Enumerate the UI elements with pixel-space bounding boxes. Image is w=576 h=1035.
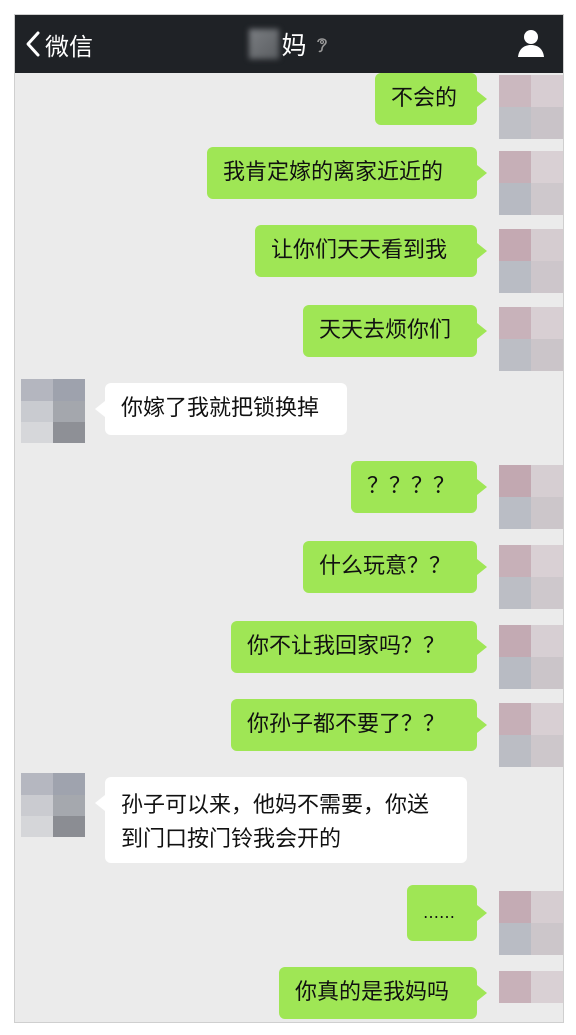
message-bubble-incoming[interactable]: 孙子可以来，他妈不需要，你送 到门口按门铃我会开的 xyxy=(105,777,467,863)
message-bubble-outgoing[interactable]: 什么玩意？？ xyxy=(303,541,477,593)
message-bubble-outgoing[interactable]: 你孙子都不要了？？ xyxy=(231,699,477,751)
message-bubble-outgoing[interactable]: 你真的是我妈吗 xyxy=(279,967,477,1019)
message-bubble-outgoing[interactable]: …… xyxy=(407,885,477,941)
message-text: 天天去烦你们 xyxy=(319,318,452,343)
message-bubble-outgoing[interactable]: 让你们天天看到我 xyxy=(255,225,477,277)
person-icon[interactable] xyxy=(515,27,547,59)
message-text: 不会的 xyxy=(391,86,458,111)
message-text: 你嫁了我就把锁换掉 xyxy=(121,396,320,421)
message-text: 什么玩意？？ xyxy=(319,554,452,579)
message-text: 你不让我回家吗？？ xyxy=(247,634,446,659)
bubble-tail xyxy=(477,985,487,1001)
chat-screen: 微信 妈 不会的 我肯定嫁的离家近近的 让你们天天看到我 天天去烦你们 你嫁了我… xyxy=(14,14,564,1023)
bubble-tail xyxy=(477,905,487,921)
bubble-tail xyxy=(477,91,487,107)
bubble-tail xyxy=(477,717,487,733)
bubble-tail xyxy=(95,795,105,811)
bubble-tail xyxy=(477,323,487,339)
chat-title-text: 妈 xyxy=(281,31,307,60)
message-text: 你真的是我妈吗 xyxy=(295,980,450,1005)
bubble-tail xyxy=(477,479,487,495)
message-bubble-incoming[interactable]: 你嫁了我就把锁换掉 xyxy=(105,383,347,435)
message-text: 你孙子都不要了？？ xyxy=(247,712,446,737)
bubble-tail xyxy=(95,401,105,417)
bubble-tail xyxy=(477,559,487,575)
message-bubble-outgoing[interactable]: ？？？？ xyxy=(351,461,477,513)
message-text: …… xyxy=(423,903,455,922)
message-bubble-outgoing[interactable]: 不会的 xyxy=(375,73,477,125)
bubble-tail xyxy=(477,165,487,181)
message-text: 我肯定嫁的离家近近的 xyxy=(223,160,444,185)
bubble-tail xyxy=(477,639,487,655)
message-bubble-outgoing[interactable]: 天天去烦你们 xyxy=(303,305,477,357)
chat-header: 微信 妈 xyxy=(15,15,563,73)
message-bubble-outgoing[interactable]: 你不让我回家吗？？ xyxy=(231,621,477,673)
self-avatar-pixelated[interactable] xyxy=(493,71,563,1021)
ear-muted-icon xyxy=(316,38,327,53)
contact-avatar-pixelated[interactable] xyxy=(21,379,85,443)
blurred-name xyxy=(249,29,280,59)
message-text: 让你们天天看到我 xyxy=(271,238,448,263)
contact-avatar-pixelated[interactable] xyxy=(21,773,85,837)
message-text: ？？？？ xyxy=(367,474,456,499)
bubble-tail xyxy=(477,243,487,259)
message-text-line-2: 到门口按门铃我会开的 xyxy=(121,827,342,852)
message-text-line-1: 孙子可以来，他妈不需要，你送 xyxy=(121,793,430,818)
message-bubble-outgoing[interactable]: 我肯定嫁的离家近近的 xyxy=(207,147,477,199)
chat-title: 妈 xyxy=(15,15,563,73)
